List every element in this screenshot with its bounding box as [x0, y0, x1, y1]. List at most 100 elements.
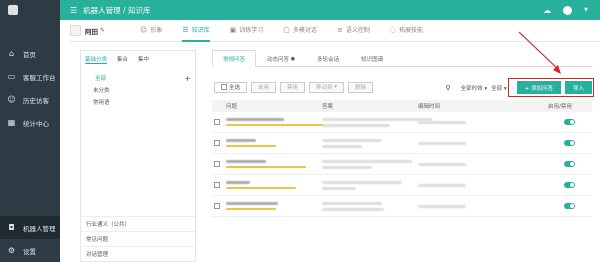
row-checkbox[interactable]: [214, 140, 220, 146]
tab-label: 多模对话: [292, 27, 317, 34]
row-toggle[interactable]: [564, 119, 575, 125]
category-tab[interactable]: 集中: [138, 55, 149, 64]
category-item[interactable]: 行业通义（公共）: [81, 216, 195, 231]
category-panel: 基础分类 集合 集中 全部 + 未分类 常用语 行业通义（公共） 常见问题 对话…: [80, 50, 196, 262]
home-icon: ⌂: [8, 49, 15, 58]
gear-icon: ⚙: [7, 246, 16, 255]
category-item-label: 对话管理: [86, 252, 109, 258]
tab-skills[interactable]: ◌ 拓展技能: [390, 20, 423, 42]
category-tabs: 基础分类 集合 集中: [81, 51, 195, 64]
monitor-icon: ▭: [7, 72, 16, 81]
subtab-label: 知识图谱: [361, 56, 384, 63]
table-row[interactable]: [212, 196, 592, 217]
table-row[interactable]: [212, 175, 592, 196]
row-toggle[interactable]: [564, 140, 575, 146]
dialog-icon: ▢: [283, 25, 290, 34]
table-row[interactable]: [212, 133, 592, 154]
robot-header: 阿田 ✎ ☺ 形象 ☰ 知识库 ▣ 训练学习 ▢ 多模对话 ≡ 语义控制 ◌ 拓展技能: [70, 20, 600, 42]
disable-label: 禁用: [287, 85, 299, 91]
delete-button[interactable]: 删除: [348, 81, 374, 93]
subtab-dynamic-qa[interactable]: 动态问答 ●: [256, 50, 306, 66]
chevron-down-icon[interactable]: ▼: [584, 7, 588, 13]
validity-dropdown[interactable]: 全部时效 ▾: [461, 84, 488, 92]
subtab-multi-turn[interactable]: 多轮会话: [306, 50, 350, 66]
tab-semantic[interactable]: ≡ 语义控制: [337, 20, 370, 42]
enable-label: 启用: [258, 85, 270, 91]
help-icon: ●: [290, 55, 296, 62]
category-tab[interactable]: 集合: [117, 55, 128, 64]
row-question: [226, 181, 322, 189]
category-item[interactable]: 常见问题: [81, 231, 195, 246]
cloud-icon[interactable]: ☁: [543, 6, 551, 15]
delete-label: 删除: [355, 85, 367, 91]
subtab-regular-qa[interactable]: 常规问答: [212, 50, 257, 67]
row-checkbox[interactable]: [214, 161, 220, 167]
enable-button[interactable]: 启用: [251, 81, 277, 93]
training-icon: ▣: [229, 25, 237, 34]
row-answer: [322, 138, 418, 148]
row-question: [226, 118, 326, 126]
sidebar-item-label: 首页: [23, 50, 36, 59]
toolbar-right: ⚲ 全部时效 ▾ 全部 ▾ + 添加问答 导入: [445, 78, 594, 97]
search-icon[interactable]: ⚲: [445, 84, 450, 92]
row-checkbox[interactable]: [214, 203, 220, 209]
category-tab[interactable]: 基础分类: [85, 55, 108, 64]
sliders-icon: ≡: [336, 25, 343, 34]
tab-label: 语义控制: [345, 27, 370, 34]
toolbar: 全选 启用 禁用 移动到 ▾ 删除 ⚲ 全部时效 ▾ 全部 ▾ + 添加问答 导…: [208, 74, 594, 100]
category-item-label: 未分类: [93, 88, 110, 94]
tab-label: 训练学习: [239, 27, 264, 34]
avatar[interactable]: [563, 5, 573, 15]
sidebar-item-workbench[interactable]: ▭ 客服工作台: [0, 65, 60, 88]
category-item[interactable]: 未分类: [81, 84, 195, 96]
row-toggle[interactable]: [564, 182, 575, 188]
status-dropdown[interactable]: 全部 ▾: [491, 84, 507, 92]
category-item[interactable]: 对话管理: [81, 246, 195, 261]
move-to-button[interactable]: 移动到 ▾: [309, 81, 345, 93]
subtab-label: 常规问答: [223, 57, 246, 63]
robot-icon: ◘: [8, 223, 15, 232]
subtab-label: 动态问答: [267, 56, 290, 63]
row-checkbox[interactable]: [214, 119, 220, 125]
sidebar-item-home[interactable]: ⌂ 首页: [0, 42, 60, 65]
row-toggle[interactable]: [564, 161, 575, 167]
sidebar-item-history[interactable]: ☺ 历史访客: [0, 88, 60, 111]
breadcrumb: 机器人管理 / 知识库: [83, 5, 151, 15]
tab-dialog[interactable]: ▢ 多模对话: [283, 20, 317, 42]
tab-knowledge[interactable]: ☰ 知识库: [182, 20, 210, 42]
row-toggle[interactable]: [564, 203, 575, 209]
select-all-checkbox[interactable]: 全选: [214, 81, 248, 93]
column-question: 问题: [226, 104, 238, 110]
tab-avatar[interactable]: ☺ 形象: [140, 20, 162, 42]
row-edit-time: [418, 120, 548, 124]
checkbox-icon: [221, 84, 227, 90]
add-category-button[interactable]: +: [184, 74, 191, 83]
row-question: [226, 160, 322, 168]
robot-name: 阿田: [85, 27, 98, 36]
sidebar-item-stats[interactable]: ▦ 统计中心: [0, 111, 60, 134]
table-row[interactable]: [212, 112, 592, 133]
row-answer: [322, 201, 418, 211]
subtab-knowledge-graph[interactable]: 知识图谱: [350, 50, 394, 66]
tab-training[interactable]: ▣ 训练学习: [230, 20, 264, 42]
status-dropdown-label: 全部: [491, 85, 503, 92]
highlight-frame: [508, 78, 594, 97]
edit-icon[interactable]: ✎: [100, 27, 105, 34]
row-edit-time: [418, 204, 548, 208]
tab-label: 拓展技能: [398, 27, 423, 34]
sidebar-item-robot[interactable]: ◘ 机器人管理: [0, 216, 60, 239]
disable-button[interactable]: 禁用: [280, 81, 306, 93]
category-all[interactable]: 全部 +: [81, 72, 195, 84]
sidebar-item-settings[interactable]: ⚙ 设置: [0, 239, 60, 262]
sidebar-item-label: 历史访客: [23, 96, 49, 105]
select-all-label: 全选: [229, 85, 241, 91]
row-checkbox[interactable]: [214, 182, 220, 188]
column-edit-time: 编辑时间: [418, 104, 441, 110]
table-row[interactable]: [212, 154, 592, 175]
row-question: [226, 139, 322, 147]
category-item[interactable]: 常用语: [81, 96, 195, 108]
menu-icon[interactable]: ☰: [70, 6, 77, 15]
category-bottom-list: 行业通义（公共） 常见问题 对话管理: [81, 216, 195, 261]
category-all-label: 全部: [95, 76, 107, 82]
row-edit-time: [418, 162, 548, 166]
